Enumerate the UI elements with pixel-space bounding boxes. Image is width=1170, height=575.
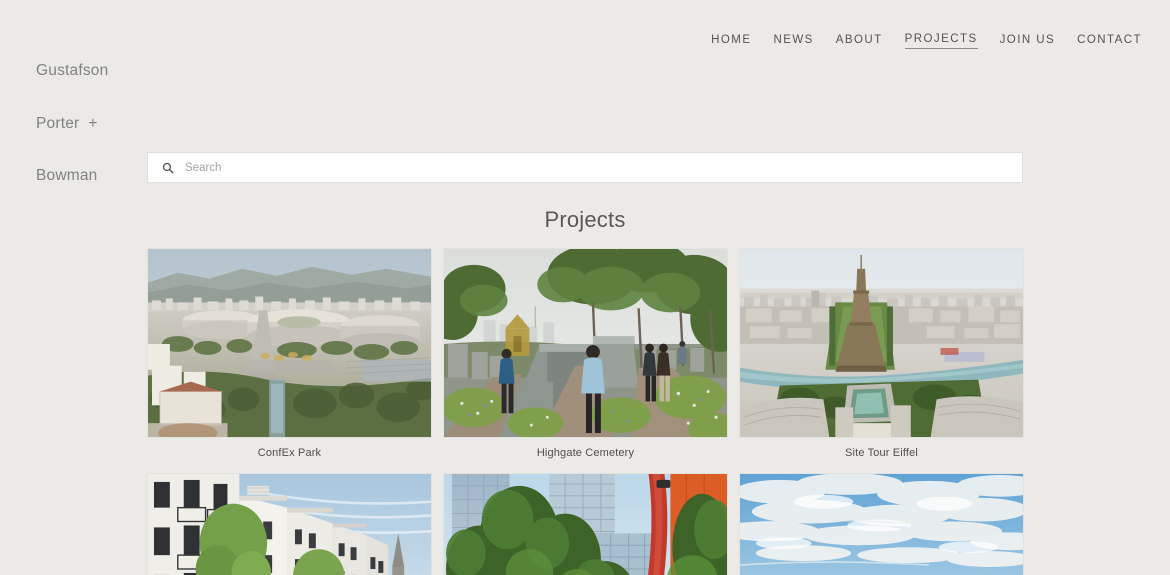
project-card <box>147 473 432 575</box>
project-thumbnail-6[interactable] <box>739 473 1024 575</box>
logo-line-3: Bowman <box>36 167 98 184</box>
nav-item-news[interactable]: NEWS <box>773 34 813 49</box>
nav-item-join-us[interactable]: JOIN US <box>1000 34 1056 49</box>
main-navigation: HOME NEWS ABOUT PROJECTS JOIN US CONTACT <box>711 33 1142 49</box>
logo-line-2: Porter + <box>36 114 98 132</box>
page-title: Projects <box>544 207 626 232</box>
paris-eiffel-tower-aerial-render <box>740 249 1023 437</box>
cemetery-path-trees-visitors-render <box>444 249 727 437</box>
projects-grid: ConfEx Park Highgate Cemetery Site Tour … <box>147 248 1024 575</box>
search-input[interactable] <box>185 153 1022 182</box>
project-card: Highgate Cemetery <box>443 248 728 473</box>
project-thumbnail-4[interactable] <box>147 473 432 575</box>
site-logo[interactable]: Gustafson Porter + Bowman <box>36 27 108 220</box>
cityscape-panorama-cloudy-sky <box>740 474 1023 575</box>
project-caption[interactable]: ConfEx Park <box>147 438 432 473</box>
project-thumbnail-site-tour-eiffel[interactable] <box>739 248 1024 438</box>
project-card <box>443 473 728 575</box>
search-icon <box>162 162 174 174</box>
white-terraced-housing-street-trees <box>148 474 431 575</box>
urban-park-glass-office-towers <box>444 474 727 575</box>
project-thumbnail-highgate-cemetery[interactable] <box>443 248 728 438</box>
nav-item-home[interactable]: HOME <box>711 34 751 49</box>
aerial-city-exhibition-halls-render <box>148 249 431 437</box>
project-card: ConfEx Park <box>147 248 432 473</box>
nav-item-projects[interactable]: PROJECTS <box>904 33 978 49</box>
nav-item-about[interactable]: ABOUT <box>836 34 883 49</box>
search-bar[interactable] <box>147 152 1023 183</box>
project-thumbnail-confex-park[interactable] <box>147 248 432 438</box>
site-header: Gustafson Porter + Bowman HOME NEWS ABOU… <box>0 0 1170 184</box>
project-card <box>739 473 1024 575</box>
lamp-head <box>656 479 671 488</box>
nav-item-contact[interactable]: CONTACT <box>1077 34 1142 49</box>
project-caption[interactable]: Site Tour Eiffel <box>739 438 1024 473</box>
page-content: Projects <box>0 152 1170 575</box>
project-card: Site Tour Eiffel <box>739 248 1024 473</box>
logo-line-1: Gustafson <box>36 62 109 79</box>
project-caption[interactable]: Highgate Cemetery <box>443 438 728 473</box>
project-thumbnail-5[interactable] <box>443 473 728 575</box>
